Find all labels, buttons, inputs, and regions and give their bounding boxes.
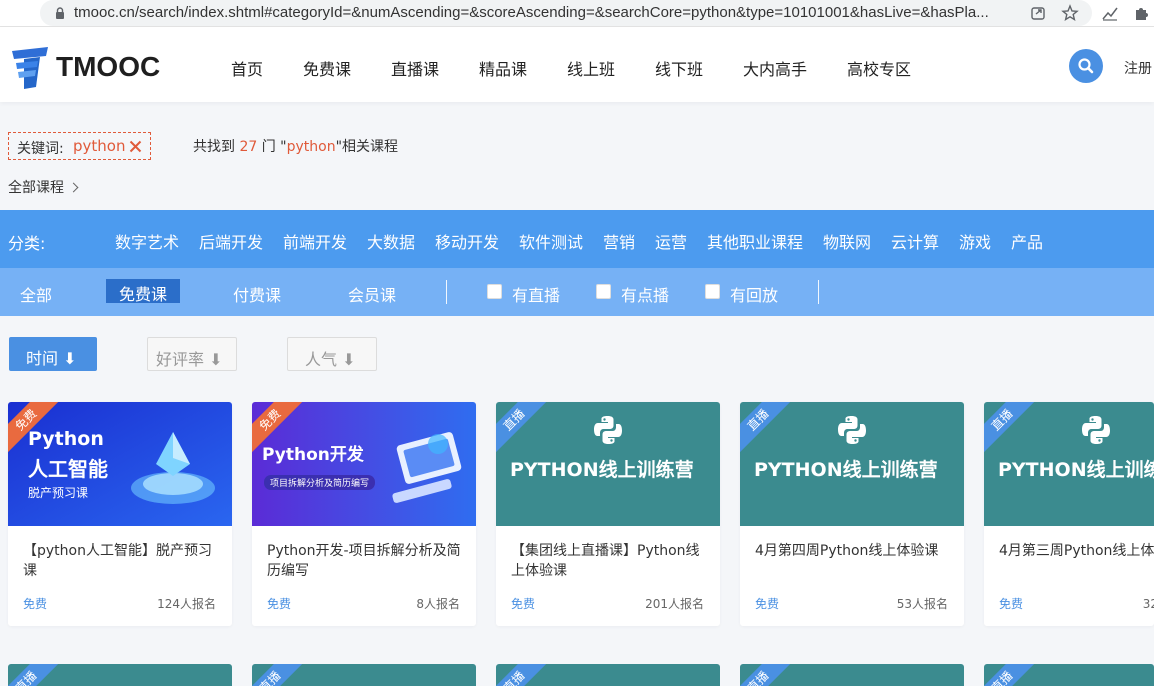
logo-text: TMOOC: [56, 51, 161, 82]
course-price: 免费: [267, 597, 292, 611]
search-icon: [1078, 58, 1094, 74]
enroll-count: 201人报名: [645, 597, 704, 611]
nav-university[interactable]: 高校专区: [847, 56, 911, 80]
course-card-partial[interactable]: 直播: [984, 664, 1154, 686]
breadcrumb-all-courses[interactable]: 全部课程: [8, 180, 64, 196]
lock-icon: [56, 7, 64, 19]
course-title[interactable]: Python开发-项目拆解分析及简历编写: [267, 541, 467, 581]
chart-extension-icon[interactable]: [1101, 4, 1119, 22]
course-thumbnail[interactable]: Python 人工智能 脱产预习课 免费: [8, 402, 232, 526]
category-item[interactable]: 云计算: [891, 229, 939, 253]
sort-by-time-button[interactable]: 时间 ⬇: [9, 337, 97, 371]
enroll-count: 53人报名: [896, 597, 948, 611]
course-thumbnail[interactable]: PYTHON线上训练营 直播: [496, 402, 720, 526]
has-live-checkbox[interactable]: [487, 284, 502, 299]
category-label: 分类:: [8, 234, 46, 253]
category-item[interactable]: 软件测试: [519, 229, 583, 253]
keyword-value: python: [73, 137, 126, 155]
category-item[interactable]: 数字艺术: [115, 229, 179, 253]
course-thumbnail[interactable]: PYTHON线上训练营 直播: [984, 402, 1154, 526]
python-logo-icon: [838, 416, 866, 444]
category-item[interactable]: 产品: [1011, 229, 1043, 253]
nav-experts[interactable]: 大内高手: [743, 56, 807, 80]
enroll-count: 8人报名: [416, 597, 460, 611]
course-thumbnail[interactable]: PYTHON线上训练营 直播: [740, 402, 964, 526]
nav-premium-courses[interactable]: 精品课: [479, 56, 527, 80]
course-price: 免费: [755, 597, 780, 611]
course-card-partial[interactable]: 直播: [496, 664, 720, 686]
live-ribbon: 直播: [496, 402, 550, 456]
python-logo-icon: [1082, 416, 1110, 444]
browser-address-bar: tmooc.cn/search/index.shtml#categoryId=&…: [0, 0, 1154, 27]
course-card-partial[interactable]: 直播: [740, 664, 964, 686]
nav-free-courses[interactable]: 免费课: [303, 56, 351, 80]
nav-online-class[interactable]: 线上班: [567, 56, 615, 80]
course-card[interactable]: PYTHON线上训练营 直播 4月第四周Python线上体验课 免费 53人报名: [740, 402, 964, 626]
filter-bar: 全部 免费课 付费课 会员课 有直播 有点播 有回放: [0, 268, 1154, 316]
logo-mark-icon: [12, 47, 48, 89]
has-live-label[interactable]: 有直播: [512, 282, 560, 306]
divider: [818, 280, 819, 304]
course-card[interactable]: PYTHON线上训练营 直播 【集团线上直播课】Python线上体验课 免费 2…: [496, 402, 720, 626]
course-card-partial[interactable]: 直播: [8, 664, 232, 686]
site-logo[interactable]: TMOOC: [10, 43, 170, 89]
search-result-summary: 共找到 27 门 "python"相关课程: [193, 139, 399, 155]
has-vod-label[interactable]: 有点播: [621, 282, 669, 306]
category-item[interactable]: 移动开发: [435, 229, 499, 253]
bookmark-star-icon[interactable]: [1061, 4, 1079, 22]
live-ribbon: 直播: [740, 402, 794, 456]
has-replay-label[interactable]: 有回放: [730, 282, 778, 306]
site-header: TMOOC 首页 免费课 直播课 精品课 线上班 线下班 大内高手 高校专区 注…: [0, 27, 1154, 102]
result-keyword: python: [286, 139, 336, 155]
category-item[interactable]: 物联网: [823, 229, 871, 253]
search-button[interactable]: [1069, 49, 1103, 83]
sort-by-rating-button[interactable]: 好评率 ⬇: [147, 337, 237, 371]
course-title[interactable]: 4月第三周Python线上体验课: [999, 541, 1154, 561]
has-replay-checkbox[interactable]: [705, 284, 720, 299]
filter-member[interactable]: 会员课: [348, 282, 396, 306]
filter-all[interactable]: 全部: [20, 282, 52, 306]
course-title[interactable]: 4月第四周Python线上体验课: [755, 541, 955, 561]
has-vod-checkbox[interactable]: [596, 284, 611, 299]
breadcrumb[interactable]: 全部课程: [8, 177, 79, 197]
category-bar: 分类: 数字艺术 后端开发 前端开发 大数据 移动开发 软件测试 营销 运营 其…: [0, 210, 1154, 268]
course-card-partial[interactable]: 直播: [252, 664, 476, 686]
extensions-puzzle-icon[interactable]: [1133, 4, 1151, 22]
category-item[interactable]: 运营: [655, 229, 687, 253]
register-link[interactable]: 注册: [1124, 58, 1152, 78]
category-item[interactable]: 前端开发: [283, 229, 347, 253]
course-card[interactable]: Python开发 项目拆解分析及简历编写 免费 Python开发-项目拆解分析及…: [252, 402, 476, 626]
course-thumbnail[interactable]: Python开发 项目拆解分析及简历编写 免费: [252, 402, 476, 526]
filter-paid[interactable]: 付费课: [233, 282, 281, 306]
divider: [446, 280, 447, 304]
enroll-count: 32人报名: [1142, 597, 1154, 611]
share-icon[interactable]: [1029, 4, 1047, 22]
course-card[interactable]: PYTHON线上训练营 直播 4月第三周Python线上体验课 免费 32人报名: [984, 402, 1154, 626]
nav-home[interactable]: 首页: [231, 56, 263, 80]
category-item[interactable]: 其他职业课程: [707, 229, 803, 253]
course-price: 免费: [23, 597, 48, 611]
course-title[interactable]: 【python人工智能】脱产预习课: [23, 541, 223, 581]
category-item[interactable]: 大数据: [367, 229, 415, 253]
enroll-count: 124人报名: [157, 597, 216, 611]
filter-free-active[interactable]: 免费课: [106, 279, 180, 304]
category-item[interactable]: 后端开发: [199, 229, 263, 253]
course-price: 免费: [511, 597, 536, 611]
close-icon[interactable]: [129, 140, 142, 153]
result-count: 27: [239, 139, 258, 155]
category-item[interactable]: 营销: [603, 229, 635, 253]
live-ribbon: 直播: [984, 402, 1038, 456]
course-price: 免费: [999, 597, 1024, 611]
chevron-right-icon: [68, 182, 79, 193]
sort-by-popularity-button[interactable]: 人气 ⬇: [287, 337, 377, 371]
keyword-tag: 关键词: python: [8, 132, 151, 160]
course-title[interactable]: 【集团线上直播课】Python线上体验课: [511, 541, 711, 581]
url-text[interactable]: tmooc.cn/search/index.shtml#categoryId=&…: [74, 4, 1020, 21]
keyword-label: 关键词:: [17, 141, 64, 157]
category-item[interactable]: 游戏: [959, 229, 991, 253]
course-card[interactable]: Python 人工智能 脱产预习课 免费 【python人工智能】脱产预习课 免…: [8, 402, 232, 626]
nav-offline-class[interactable]: 线下班: [655, 56, 703, 80]
python-logo-icon: [594, 416, 622, 444]
nav-live-courses[interactable]: 直播课: [391, 56, 439, 80]
